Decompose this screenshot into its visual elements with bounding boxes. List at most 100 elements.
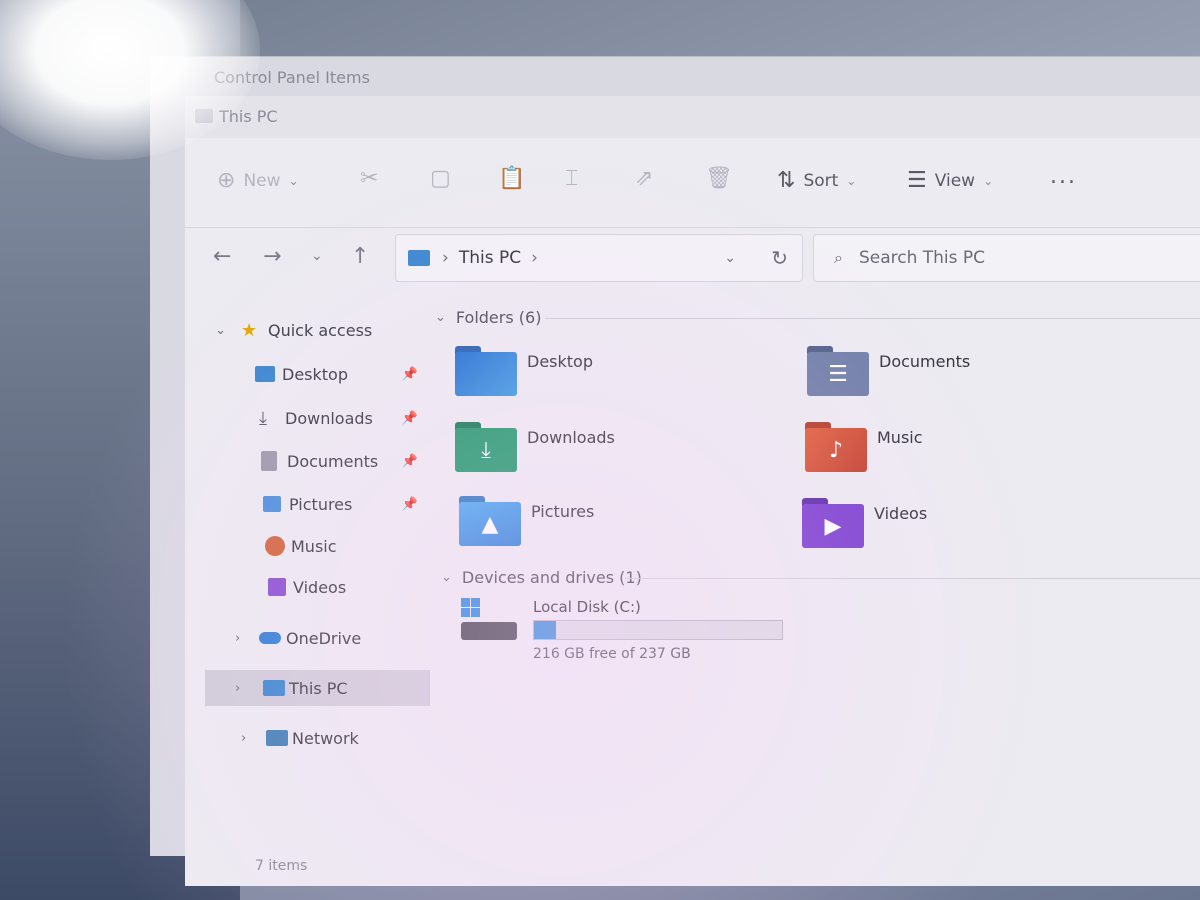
plus-circle-icon: ⊕ (217, 168, 236, 193)
up-arrow-icon[interactable]: ↑ (351, 244, 369, 269)
chevron-right-icon[interactable]: › (241, 731, 246, 746)
sidebar-item-label: This PC (289, 678, 348, 698)
sidebar-item-quick-access[interactable]: ⌄ ★ Quick access (205, 312, 430, 348)
picture-icon (263, 496, 281, 512)
chevron-down-icon: ⌄ (288, 173, 299, 188)
sidebar-item-music[interactable]: Music (205, 528, 430, 564)
cut-button[interactable]: ✂ (360, 166, 386, 191)
folder-desktop[interactable]: Desktop (455, 346, 593, 396)
cloud-icon (259, 632, 281, 644)
hard-drive-icon (461, 598, 521, 648)
folder-videos[interactable]: ▶ Videos (802, 498, 927, 548)
copy-button[interactable]: ▢ (430, 166, 459, 191)
sidebar-item-videos[interactable]: Videos (205, 569, 430, 605)
content-pane: ⌄ Folders (6) Desktop ☰ Documents ⤓ Down… (435, 296, 1200, 856)
paste-icon: 📋 (498, 166, 526, 191)
divider (545, 318, 1200, 319)
background-window-title: Control Panel Items (214, 68, 370, 87)
delete-button[interactable]: 🗑 (705, 166, 741, 191)
monitor-icon (408, 250, 430, 266)
back-arrow-icon[interactable]: ← (213, 244, 231, 269)
star-icon: ★ (241, 319, 258, 341)
forward-arrow-icon[interactable]: → (263, 244, 281, 269)
address-bar[interactable]: › This PC › ⌄ ↻ (395, 234, 803, 282)
sidebar-item-pictures[interactable]: Pictures 📌 (205, 486, 430, 522)
sidebar-item-this-pc[interactable]: › This PC (205, 670, 430, 706)
music-icon (265, 536, 285, 556)
scissors-icon: ✂ (360, 166, 379, 191)
window-title: This PC (219, 107, 278, 126)
chevron-down-icon: ⌄ (435, 310, 446, 325)
trash-icon: 🗑 (705, 166, 733, 191)
folder-music-icon: ♪ (805, 422, 867, 472)
sort-button[interactable]: ⇅ Sort ⌄ (777, 168, 856, 193)
view-list-icon: ☰ (907, 168, 927, 193)
pin-icon[interactable]: 📌 (402, 411, 418, 426)
sidebar-item-label: Downloads (285, 408, 373, 428)
drive-free-space: 216 GB free of 237 GB (533, 646, 691, 662)
video-icon (268, 578, 286, 596)
folder-documents-icon: ☰ (807, 346, 869, 396)
folder-documents[interactable]: ☰ Documents (807, 346, 970, 396)
divider (625, 578, 1200, 579)
sidebar-item-label: OneDrive (286, 628, 362, 648)
new-button[interactable]: ⊕ New ⌄ (217, 168, 299, 193)
refresh-icon[interactable]: ↻ (771, 246, 788, 270)
folder-desktop-icon (455, 346, 517, 396)
folder-label: Music (877, 428, 923, 447)
search-icon: ⌕ (834, 248, 843, 267)
view-label: View (934, 170, 976, 191)
folder-downloads[interactable]: ⤓ Downloads (455, 422, 615, 472)
drive-local-disk-c[interactable]: Local Disk (C:) 216 GB free of 237 GB (461, 598, 783, 662)
folder-label: Videos (874, 504, 928, 523)
share-button[interactable]: ⇗ (635, 166, 661, 191)
sort-label: Sort (803, 170, 839, 191)
sidebar-item-downloads[interactable]: ⤓ Downloads 📌 (205, 400, 430, 436)
new-label: New (243, 170, 281, 191)
folder-label: Pictures (531, 502, 595, 521)
address-dropdown-icon[interactable]: ⌄ (724, 250, 736, 266)
view-button[interactable]: ☰ View ⌄ (907, 168, 993, 193)
breadcrumb-chevron-icon: › (531, 248, 538, 268)
breadcrumb-this-pc[interactable]: This PC (459, 248, 521, 268)
devices-group-header[interactable]: ⌄ Devices and drives (1) (441, 568, 642, 587)
pin-icon[interactable]: 📌 (402, 454, 418, 469)
recent-locations-chevron-icon[interactable]: ⌄ (311, 248, 323, 264)
drive-usage-bar (533, 620, 783, 640)
folder-music[interactable]: ♪ Music (805, 422, 923, 472)
sidebar-item-onedrive[interactable]: › OneDrive (205, 620, 430, 656)
folder-label: Desktop (527, 352, 593, 371)
sort-arrows-icon: ⇅ (777, 168, 796, 193)
sidebar-item-label: Network (292, 728, 359, 748)
drive-label: Local Disk (C:) (533, 598, 641, 616)
sidebar-item-label: Documents (287, 451, 379, 471)
folder-pictures[interactable]: ▲ Pictures (459, 496, 594, 546)
chevron-right-icon[interactable]: › (235, 681, 240, 696)
address-row: ← → ⌄ ↑ › This PC › ⌄ ↻ ⌕ Search This PC (185, 228, 1200, 286)
more-options-button[interactable]: ... (1050, 164, 1077, 189)
devices-header-label: Devices and drives (1) (461, 568, 642, 587)
desktop-icon (255, 366, 275, 382)
chevron-down-icon[interactable]: ⌄ (215, 323, 226, 338)
chevron-right-icon[interactable]: › (235, 631, 240, 646)
paste-button[interactable]: 📋 (498, 166, 533, 191)
copy-icon: ▢ (430, 166, 451, 191)
chevron-down-icon: ⌄ (983, 173, 994, 188)
sidebar-item-label: Music (291, 536, 337, 556)
breadcrumb-chevron-icon: › (442, 248, 449, 268)
rename-button[interactable]: ⌶ (565, 166, 586, 191)
pin-icon[interactable]: 📌 (402, 367, 418, 382)
sidebar-item-desktop[interactable]: Desktop 📌 (205, 356, 430, 392)
folder-label: Documents (879, 352, 971, 371)
chevron-down-icon: ⌄ (441, 570, 452, 585)
network-icon (266, 730, 288, 746)
pin-icon[interactable]: 📌 (402, 497, 418, 512)
monitor-icon (263, 680, 285, 696)
sidebar-item-documents[interactable]: Documents 📌 (205, 443, 430, 479)
folders-group-header[interactable]: ⌄ Folders (6) (435, 308, 541, 327)
search-input[interactable]: ⌕ Search This PC (813, 234, 1200, 282)
search-placeholder: Search This PC (858, 248, 986, 268)
sidebar-item-network[interactable]: › Network (205, 720, 430, 756)
navigation-pane: ⌄ ★ Quick access Desktop 📌 ⤓ Downloads 📌… (205, 296, 430, 856)
share-icon: ⇗ (635, 166, 654, 191)
